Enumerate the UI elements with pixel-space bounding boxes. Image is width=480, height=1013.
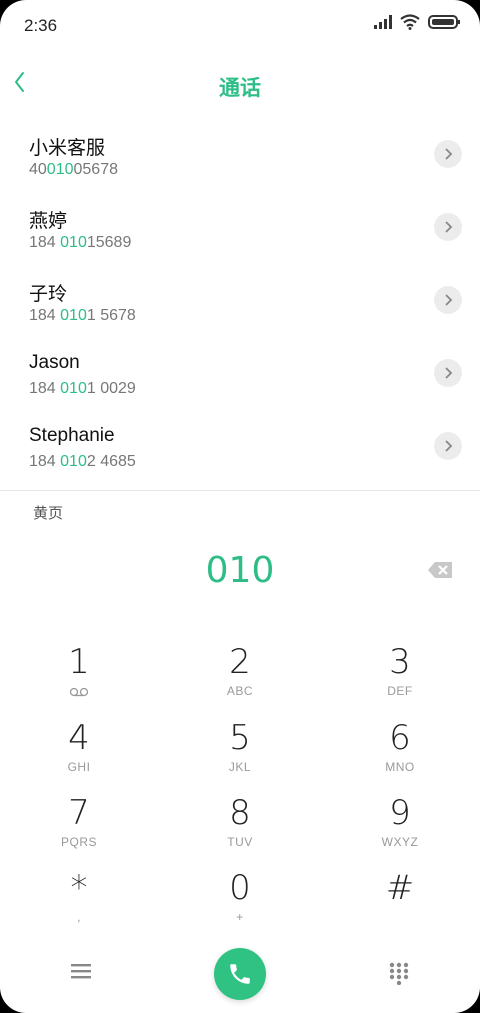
key-digit: 3 <box>389 642 411 682</box>
key-1[interactable]: 1 <box>19 640 139 710</box>
key-7[interactable]: 7 PQRS <box>19 791 139 861</box>
contact-name: 小米客服 <box>29 138 106 159</box>
call-button[interactable] <box>214 948 266 1000</box>
key-digit: 6 <box>389 718 411 758</box>
key-digit: 0 <box>229 868 251 908</box>
key-letters: PQRS <box>60 835 97 849</box>
key-letters: MNO <box>385 760 415 774</box>
key-letters: WXYZ <box>381 835 419 849</box>
key-letters: ABC <box>226 684 254 698</box>
key-3[interactable]: 3 DEF <box>340 640 460 710</box>
bottom-bar <box>0 945 480 1005</box>
contact-detail-button[interactable] <box>434 213 462 241</box>
dialed-number: 010 <box>205 550 275 591</box>
menu-icon[interactable] <box>68 961 94 981</box>
key-4[interactable]: 4 GHI <box>19 716 139 786</box>
contact-list: 小米客服 4001005678 燕婷 184 01015689 子玲 184 0… <box>0 120 480 485</box>
status-icons <box>374 14 460 30</box>
contact-detail-button[interactable] <box>434 140 462 168</box>
key-8[interactable]: 8 TUV <box>180 791 300 861</box>
key-star[interactable]: * , <box>19 866 139 936</box>
contact-detail-button[interactable] <box>434 286 462 314</box>
matched-digits: 010 <box>60 453 87 470</box>
status-bar: 2:36 <box>0 0 480 50</box>
contact-row[interactable]: Stephanie 184 0102 4685 <box>0 412 480 485</box>
key-digit: 8 <box>229 793 251 833</box>
matched-digits: 010 <box>60 380 87 397</box>
key-digit: 5 <box>229 718 251 758</box>
key-digit: 9 <box>389 793 411 833</box>
signal-icon <box>374 15 392 29</box>
status-time: 2:36 <box>24 16 58 35</box>
contact-number: 184 0101 0029 <box>29 380 136 397</box>
contact-name: 燕婷 <box>29 211 68 232</box>
matched-digits: 010 <box>46 161 74 178</box>
key-2[interactable]: 2 ABC <box>180 640 300 710</box>
key-digit: 2 <box>229 642 251 682</box>
key-letters: , <box>77 910 81 924</box>
key-6[interactable]: 6 MNO <box>340 716 460 786</box>
chevron-right-icon <box>445 148 453 160</box>
contact-row[interactable]: 燕婷 184 01015689 <box>0 193 480 266</box>
key-letters: TUV <box>227 835 253 849</box>
contact-number: 184 0102 4685 <box>29 453 136 470</box>
matched-digits: 010 <box>60 234 87 251</box>
matched-digits: 010 <box>60 307 87 324</box>
key-letters: + <box>236 910 244 924</box>
backspace-icon[interactable] <box>426 560 454 580</box>
contact-number: 184 0101 5678 <box>29 307 136 324</box>
key-letters: JKL <box>228 760 252 774</box>
contact-detail-button[interactable] <box>434 359 462 387</box>
chevron-right-icon <box>445 294 453 306</box>
chevron-right-icon <box>445 367 453 379</box>
battery-icon <box>428 15 460 29</box>
contact-row[interactable]: 小米客服 4001005678 <box>0 120 480 193</box>
phone-icon <box>230 964 250 984</box>
key-letters: GHI <box>67 760 91 774</box>
key-letters: DEF <box>387 684 413 698</box>
dialpad-icon[interactable] <box>388 961 410 985</box>
contact-number: 4001005678 <box>29 161 118 178</box>
key-digit: # <box>385 868 415 908</box>
voicemail-icon <box>69 687 89 697</box>
key-digit: 4 <box>68 718 90 758</box>
contact-name: Stephanie <box>29 425 115 446</box>
contact-row[interactable]: Jason 184 0101 0029 <box>0 339 480 412</box>
key-digit: 1 <box>68 642 90 682</box>
key-digit: 7 <box>68 793 90 833</box>
contact-detail-button[interactable] <box>434 432 462 460</box>
key-9[interactable]: 9 WXYZ <box>340 791 460 861</box>
contact-row[interactable]: 子玲 184 0101 5678 <box>0 266 480 339</box>
yellow-pages-link[interactable]: 黄页 <box>33 502 63 523</box>
contact-number: 184 01015689 <box>29 234 132 251</box>
wifi-icon <box>400 14 420 30</box>
key-digit: * <box>70 868 88 908</box>
page-title: 通话 <box>219 77 261 100</box>
contact-name: 子玲 <box>29 284 68 305</box>
chevron-right-icon <box>445 440 453 452</box>
divider <box>0 490 480 491</box>
key-hash[interactable]: # <box>340 866 460 936</box>
phone-screen: 2:36 通话 小米客服 4001005678 燕婷 184 01015689 … <box>0 0 480 1013</box>
contact-name: Jason <box>29 352 80 373</box>
chevron-right-icon <box>445 221 453 233</box>
key-0[interactable]: 0 + <box>180 866 300 936</box>
key-5[interactable]: 5 JKL <box>180 716 300 786</box>
header: 通话 <box>0 58 480 110</box>
